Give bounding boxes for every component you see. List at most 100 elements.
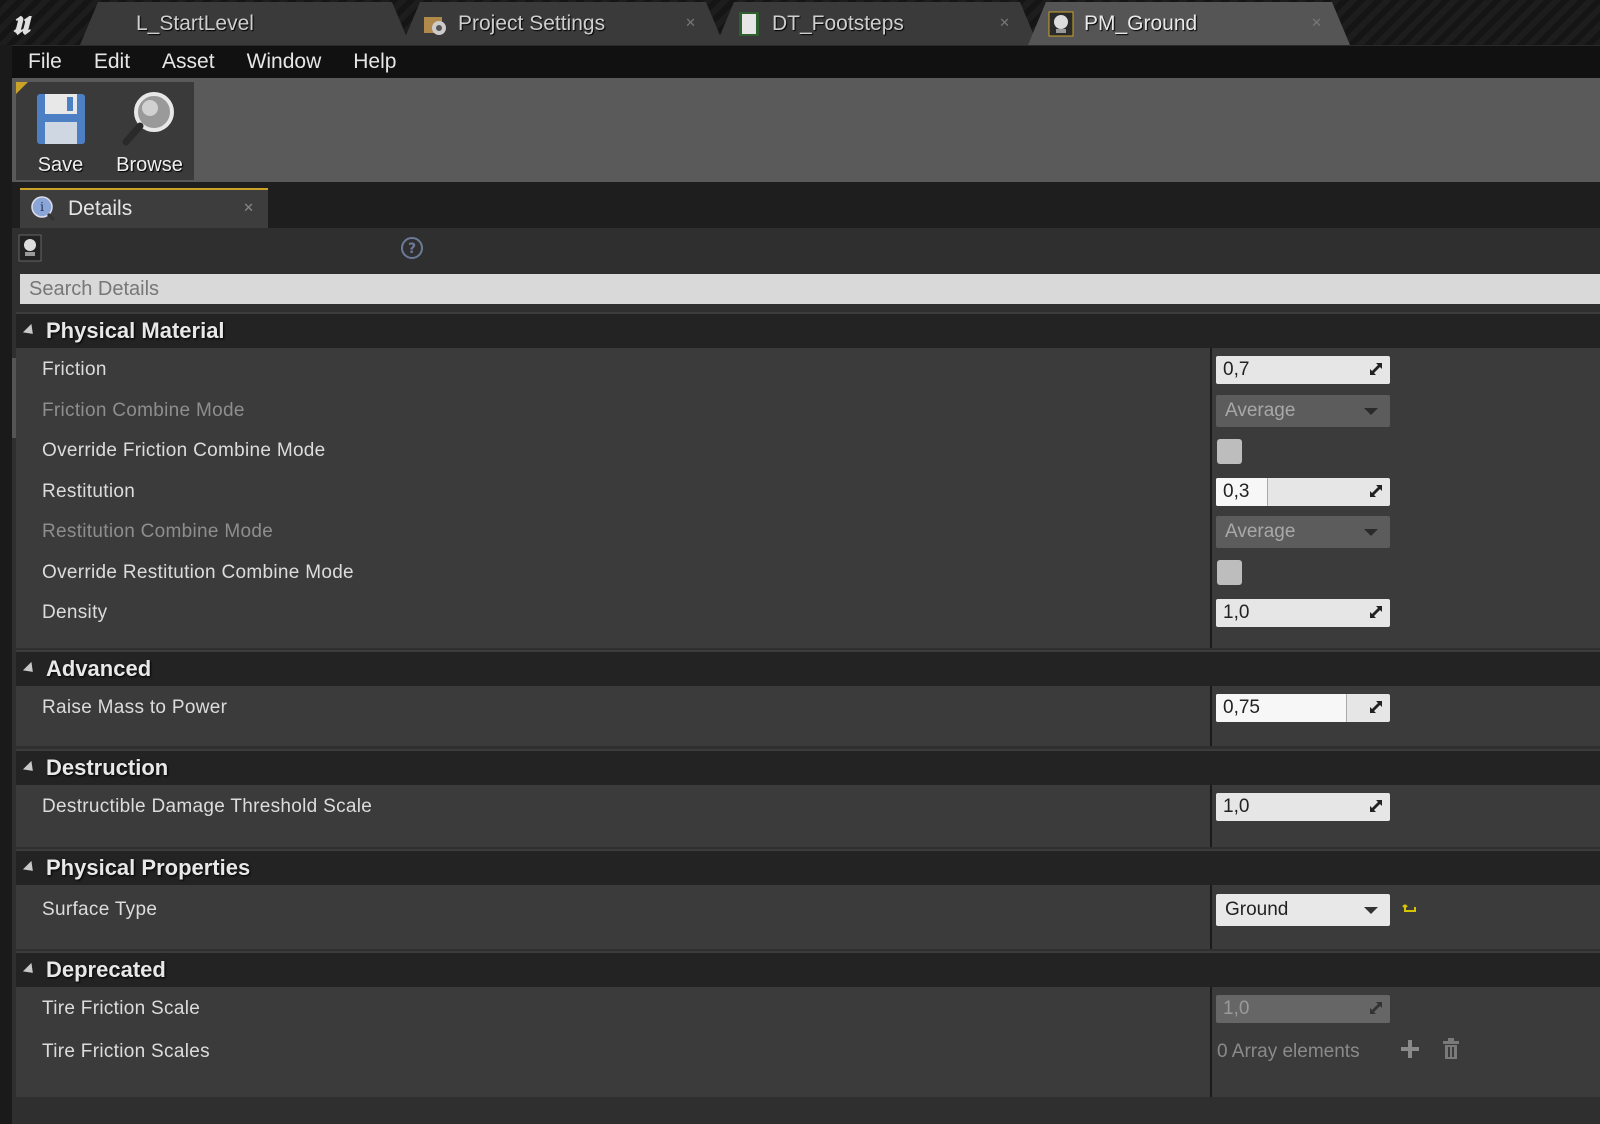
density-value-field[interactable]: 1,0: [1216, 599, 1390, 628]
field-value: 1,0: [1223, 796, 1250, 818]
restitution-slider-field[interactable]: 0,3: [1216, 477, 1390, 506]
property-label: Raise Mass to Power: [42, 697, 228, 719]
category-header[interactable]: Advanced: [16, 650, 1600, 686]
floppy-disk-icon: [31, 88, 91, 150]
trash-icon[interactable]: [1441, 1037, 1461, 1060]
close-icon[interactable]: ✕: [1311, 15, 1322, 31]
category-header[interactable]: Deprecated: [16, 951, 1600, 987]
collapse-triangle-icon[interactable]: [22, 323, 38, 339]
friction-value-field[interactable]: 0,7: [1216, 356, 1390, 385]
collapse-triangle-icon[interactable]: [22, 860, 38, 876]
destructible-damage-threshold-scale-field[interactable]: 1,0: [1216, 793, 1390, 822]
menu-bar: File Edit Asset Window Help: [12, 45, 1600, 78]
field-value: 1,0: [1223, 602, 1250, 624]
spin-drag-icon[interactable]: [1368, 604, 1384, 620]
dropdown-arrow-icon: [1364, 407, 1378, 415]
property-label: Friction Combine Mode: [42, 399, 245, 421]
field-value: 1,0: [1223, 998, 1250, 1020]
category-title: Advanced: [46, 656, 152, 681]
category-title: Deprecated: [46, 957, 166, 982]
spin-drag-icon[interactable]: [1368, 483, 1384, 499]
reset-to-default-icon[interactable]: [1402, 901, 1418, 917]
category-title: Physical Material: [46, 318, 225, 343]
category-header[interactable]: Physical Material: [16, 312, 1600, 348]
property-row-raise-mass-to-power: Raise Mass to Power 0,75: [16, 688, 1600, 729]
category-physical-properties: Physical Properties Surface Type Ground: [16, 849, 1600, 949]
magnifier-icon: [120, 88, 180, 150]
close-icon[interactable]: ✕: [685, 15, 696, 31]
property-row-surface-type: Surface Type Ground: [16, 887, 1600, 933]
property-row-destructible-damage-threshold-scale: Destructible Damage Threshold Scale 1,0: [16, 787, 1600, 828]
property-label: Friction: [42, 359, 107, 381]
property-row-override-friction-combine-mode: Override Friction Combine Mode: [16, 431, 1600, 472]
tab-label: L_StartLevel: [136, 11, 254, 35]
dropdown-arrow-icon: [1364, 529, 1378, 537]
tab-label: Project Settings: [458, 11, 606, 35]
property-row-friction: Friction 0,7: [16, 350, 1600, 391]
tab-project-settings[interactable]: Project Settings ✕: [402, 2, 724, 45]
surface-type-dropdown[interactable]: Ground: [1216, 894, 1390, 926]
menu-window[interactable]: Window: [231, 50, 338, 74]
spin-drag-icon[interactable]: [1368, 798, 1384, 814]
tab-label: DT_Footsteps: [772, 11, 904, 35]
category-header[interactable]: Physical Properties: [16, 849, 1600, 885]
menu-edit[interactable]: Edit: [78, 50, 146, 74]
dirty-marker: [16, 82, 28, 94]
details-panel: ? Search Details Physical Material Frict…: [12, 228, 1600, 1124]
category-deprecated: Deprecated Tire Friction Scale 1,0 Tire …: [16, 951, 1600, 1097]
search-details-input[interactable]: Search Details: [20, 274, 1600, 304]
property-label: Restitution: [42, 480, 136, 502]
save-button[interactable]: Save: [16, 82, 105, 180]
level-icon: [100, 11, 126, 37]
details-tab-label: Details: [68, 197, 133, 220]
tab-dt-footsteps[interactable]: DT_Footsteps ✕: [716, 2, 1038, 45]
svg-text:?: ?: [408, 241, 416, 257]
dropdown-value: Average: [1225, 521, 1296, 543]
dropdown-value: Ground: [1225, 899, 1289, 920]
tire-friction-scale-field: 1,0: [1216, 995, 1390, 1024]
object-thumbnail-icon[interactable]: [18, 234, 42, 262]
property-label: Surface Type: [42, 899, 158, 920]
spin-drag-icon[interactable]: [1368, 699, 1384, 715]
menu-file[interactable]: File: [12, 50, 78, 74]
array-count-text: 0 Array elements: [1217, 1040, 1360, 1062]
add-element-icon[interactable]: [1399, 1038, 1421, 1060]
close-icon[interactable]: ✕: [243, 200, 254, 216]
browse-label: Browse: [116, 154, 183, 176]
close-icon[interactable]: ✕: [999, 15, 1010, 31]
property-row-override-restitution-combine-mode: Override Restitution Combine Mode: [16, 553, 1600, 594]
property-row-restitution-combine-mode: Restitution Combine Mode Average: [16, 512, 1600, 553]
collapse-triangle-icon[interactable]: [22, 661, 38, 677]
save-label: Save: [37, 154, 84, 176]
override-restitution-combine-mode-checkbox[interactable]: [1217, 560, 1242, 586]
category-title: Physical Properties: [46, 855, 251, 880]
tab-l-startlevel[interactable]: L_StartLevel: [80, 2, 410, 45]
property-label: Override Friction Combine Mode: [42, 440, 326, 462]
property-label: Override Restitution Combine Mode: [42, 561, 354, 583]
field-value: 0,3: [1223, 480, 1250, 502]
browse-button[interactable]: Browse: [105, 82, 194, 180]
info-icon: i: [30, 196, 56, 222]
category-header[interactable]: Destruction: [16, 749, 1600, 785]
property-label: Tire Friction Scales: [42, 1040, 210, 1062]
raise-mass-to-power-slider-field[interactable]: 0,75: [1216, 694, 1390, 723]
tab-details[interactable]: i Details ✕: [20, 188, 268, 228]
override-friction-combine-mode-checkbox[interactable]: [1217, 438, 1242, 464]
restitution-combine-mode-dropdown: Average: [1216, 516, 1390, 549]
tab-pm-ground[interactable]: PM_Ground ✕: [1028, 2, 1350, 45]
collapse-triangle-icon[interactable]: [22, 760, 38, 776]
property-label: Restitution Combine Mode: [42, 521, 274, 543]
property-row-restitution: Restitution 0,3: [16, 472, 1600, 513]
svg-text:i: i: [40, 200, 44, 214]
collapse-triangle-icon[interactable]: [22, 962, 38, 978]
category-physical-material: Physical Material Friction 0,7 Friction …: [16, 312, 1600, 648]
menu-asset[interactable]: Asset: [146, 50, 231, 74]
spin-drag-icon[interactable]: [1368, 361, 1384, 377]
unreal-logo-icon[interactable]: 𝖚: [12, 4, 52, 42]
menu-help[interactable]: Help: [337, 50, 412, 74]
help-icon[interactable]: ?: [400, 236, 424, 260]
asset-toolbar: Save Browse: [12, 78, 1600, 182]
panel-tab-strip: i Details ✕: [12, 182, 1600, 228]
data-table-icon: [736, 11, 762, 37]
document-tab-bar: 𝖚 L_StartLevel Project Settings ✕ DT_Foo…: [0, 0, 1600, 45]
